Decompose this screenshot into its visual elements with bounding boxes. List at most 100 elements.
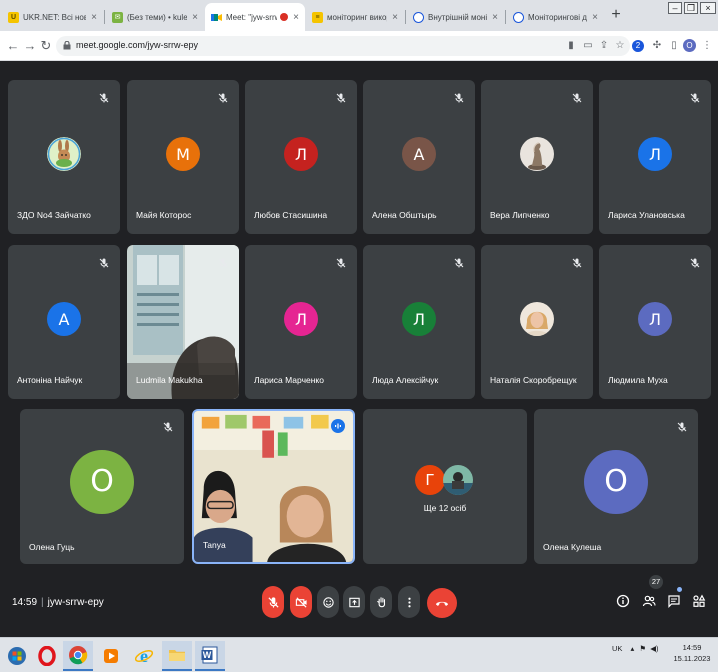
taskbar-media-player[interactable] [96, 641, 126, 671]
language-indicator[interactable]: UK [612, 644, 622, 653]
raise-hand-icon [376, 596, 385, 607]
participant-avatar: Л [638, 137, 672, 171]
reload-icon[interactable]: ↻ [38, 38, 54, 54]
mic-muted-icon [689, 257, 701, 269]
extension-icon[interactable]: 2 [632, 40, 644, 52]
browser-tab-internal-monitoring[interactable]: Внутрішній моніторин × [407, 3, 504, 31]
participant-name: Лариса Улановська [608, 210, 685, 220]
media-player-icon [104, 649, 118, 663]
mic-muted-icon [335, 92, 347, 104]
close-tab-icon[interactable]: × [590, 12, 600, 23]
taskbar-chrome[interactable] [63, 641, 93, 671]
taskbar-word[interactable]: W [195, 641, 225, 671]
participant-avatar: А [47, 302, 81, 336]
profile-avatar[interactable]: O [683, 39, 696, 52]
participant-tile-10[interactable]: Л Люда Алексійчук [363, 245, 475, 399]
participant-tile-4[interactable]: А Алена Обштырь [363, 80, 475, 234]
people-button[interactable] [641, 593, 657, 609]
meeting-time: 14:59 [12, 597, 38, 608]
camera-in-use-icon[interactable]: ▮ [564, 39, 578, 53]
participant-tile-2[interactable]: М Майя Которос [127, 80, 239, 234]
camera-off-icon [295, 596, 307, 608]
tab-separator [405, 10, 406, 24]
mic-muted-icon [98, 257, 110, 269]
taskbar-internet-explorer[interactable]: e [129, 641, 159, 671]
mic-muted-icon [571, 257, 583, 269]
browser-tab-monitoring-doc[interactable]: ≡ моніторинг використа × [306, 3, 404, 31]
present-screen-button[interactable] [343, 586, 365, 618]
people-icon [642, 595, 656, 607]
address-bar[interactable]: meet.google.com/jyw-srrw-epy [56, 36, 630, 56]
start-icon [8, 647, 26, 665]
browser-tab-ukrnet[interactable]: U UKR.NET: Всі новини У × [2, 3, 103, 31]
participant-tile-16[interactable]: О Олена Кулеша [534, 409, 698, 564]
camera-toggle-button[interactable] [290, 586, 312, 618]
participant-tile-8[interactable]: Ludmila Makukha [127, 245, 239, 399]
back-icon[interactable]: ← [5, 38, 21, 54]
browser-tab-meet[interactable]: Meet: "jyw-srrw-ep × [205, 3, 305, 31]
reactions-button[interactable] [317, 586, 339, 618]
share-icon[interactable]: ⇪ [597, 39, 611, 53]
participant-tile-1[interactable]: ЗДО No4 Зайчатко [8, 80, 120, 234]
browser-tab-mail[interactable]: ✉ (Без теми) • kuleshaol1 × [106, 3, 204, 31]
participant-tile-14[interactable]: Tanya [192, 409, 355, 564]
participant-name: Антоніна Найчук [17, 375, 83, 385]
participant-avatar: А [402, 137, 436, 171]
participant-tile-6[interactable]: Л Лариса Улановська [599, 80, 711, 234]
participant-tile-3[interactable]: Л Любов Стасишина [245, 80, 357, 234]
taskbar-opera[interactable] [32, 641, 62, 671]
volume-icon[interactable]: ◀) [650, 644, 658, 653]
taskbar-clock[interactable]: 14:59 15.11.2023 [670, 642, 714, 664]
restore-window-icon[interactable]: ❐ [684, 2, 698, 14]
close-window-icon[interactable]: × [700, 2, 716, 14]
woman-photo [520, 302, 554, 336]
network-flag-icon[interactable]: ⚑ [639, 644, 646, 653]
end-call-button[interactable] [427, 588, 457, 618]
chat-button[interactable] [666, 593, 682, 609]
close-tab-icon[interactable]: × [89, 12, 99, 23]
browser-tab-strip: U UKR.NET: Всі новини У × ✉ (Без теми) •… [0, 0, 718, 31]
browser-tab-monitoring-research[interactable]: Моніторингові дослідж × [507, 3, 604, 31]
participant-count-badge: 27 [649, 575, 663, 589]
participant-tile-11[interactable]: Наталія Скоробрещук [481, 245, 593, 399]
participant-tile-7[interactable]: А Антоніна Найчук [8, 245, 120, 399]
forward-icon[interactable]: → [22, 38, 38, 54]
browser-menu-icon[interactable]: ⋮ [700, 39, 714, 53]
activities-button[interactable] [691, 593, 707, 609]
participant-tile-13[interactable]: О Олена Гуць [20, 409, 184, 564]
participant-tile-5[interactable]: Вера Липченко [481, 80, 593, 234]
raise-hand-button[interactable] [370, 586, 392, 618]
participant-avatar: Л [402, 302, 436, 336]
participant-tile-12[interactable]: Л Людмила Муха [599, 245, 711, 399]
chrome-icon [69, 646, 88, 665]
participant-avatar: Л [284, 302, 318, 336]
close-tab-icon[interactable]: × [490, 12, 500, 23]
close-tab-icon[interactable]: × [390, 12, 400, 23]
participant-tile-9[interactable]: Л Лариса Марченко [245, 245, 357, 399]
tray-expand-icon[interactable]: ▴ [631, 644, 635, 653]
bookmark-star-icon[interactable]: ☆ [613, 39, 627, 53]
participant-avatar: Л [284, 137, 318, 171]
windows-taskbar: e W UK ▴ ⚑ ◀) 14:59 15.11.2023 [0, 637, 718, 672]
taskbar-file-explorer[interactable] [162, 641, 192, 671]
meeting-info-button[interactable] [615, 593, 631, 609]
extensions-puzzle-icon[interactable]: ✣ [650, 39, 664, 53]
mic-muted-icon [217, 257, 229, 269]
close-tab-icon[interactable]: × [291, 12, 301, 23]
participant-name: Наталія Скоробрещук [490, 375, 577, 385]
participant-tile-15[interactable]: Г Ще 12 осіб [363, 409, 527, 564]
new-tab-button[interactable]: + [606, 5, 626, 25]
chat-notification-dot [677, 587, 682, 592]
cast-icon[interactable]: ▭ [581, 39, 595, 53]
participant-name: Майя Которос [136, 210, 192, 220]
meeting-code[interactable]: jyw-srrw-epy [48, 597, 104, 608]
start-button[interactable] [2, 641, 32, 671]
mic-toggle-button[interactable] [262, 586, 284, 618]
more-options-button[interactable] [398, 586, 420, 618]
mic-muted-icon [453, 92, 465, 104]
mic-muted-icon [162, 421, 174, 433]
side-panel-icon[interactable]: ▯ [667, 39, 681, 53]
close-tab-icon[interactable]: × [190, 12, 200, 23]
minimize-window-icon[interactable]: – [668, 2, 682, 14]
system-tray: UK ▴ ⚑ ◀) [612, 644, 658, 653]
